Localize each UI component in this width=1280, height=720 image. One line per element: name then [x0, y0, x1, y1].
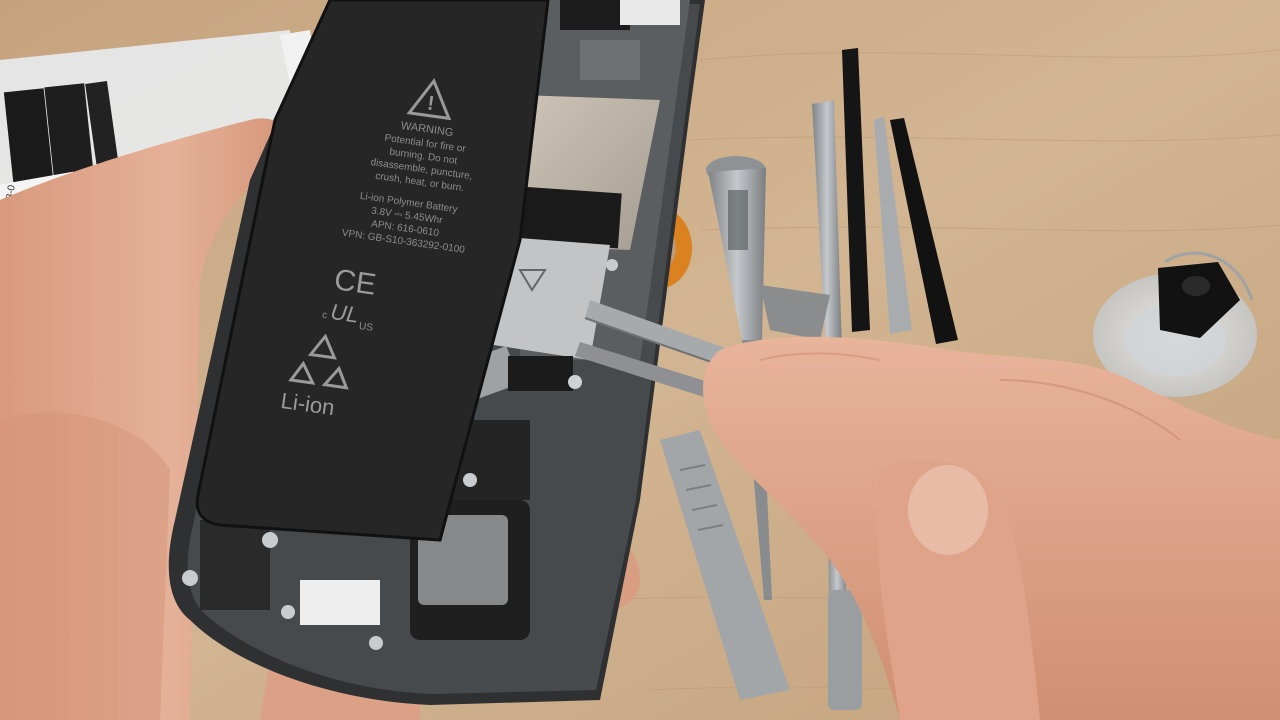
lightning-port	[300, 580, 380, 625]
ce-mark: CE	[332, 263, 378, 301]
thumbnail	[908, 465, 988, 555]
ul-mark: UL	[329, 299, 360, 328]
ul-mark-suffix: US	[358, 321, 374, 334]
photo-scene: 254-1088-0	[0, 0, 1280, 720]
